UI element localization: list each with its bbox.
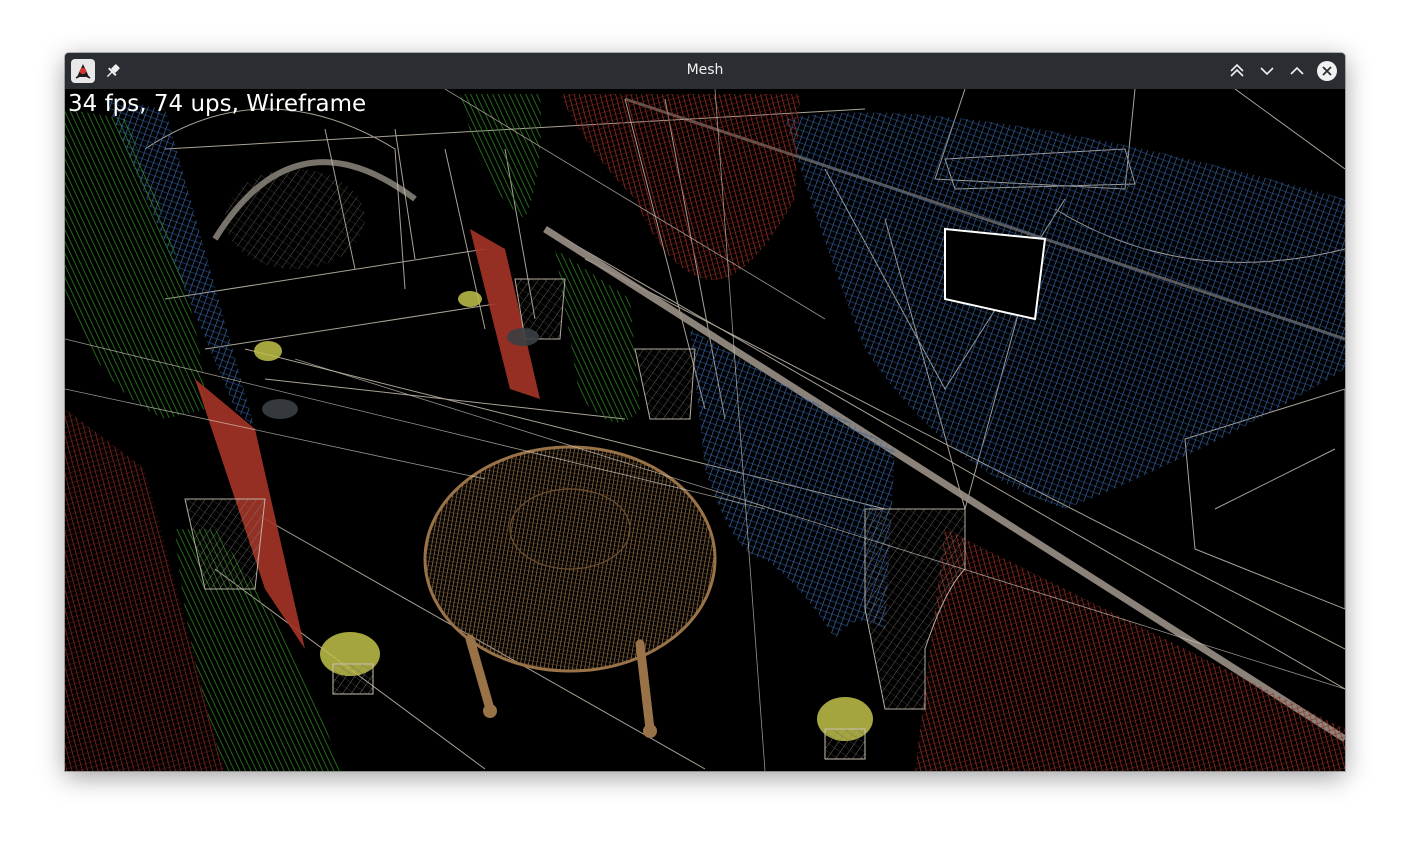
minimize-button[interactable] (1256, 60, 1278, 82)
title-bar[interactable]: Mesh (65, 53, 1345, 89)
red-curtain-top (560, 94, 800, 280)
chevron-down-icon (1260, 67, 1274, 76)
blue-curtain-mid (690, 329, 895, 639)
wireframe-scene (65, 89, 1345, 771)
green-curtain-top (460, 94, 541, 219)
maximize-button[interactable] (1286, 60, 1308, 82)
app-window: Mesh 34 fps, 74 ups, Wireframe (65, 53, 1345, 771)
close-button[interactable] (1316, 60, 1338, 82)
window-title: Mesh (686, 62, 724, 78)
render-viewport[interactable]: 34 fps, 74 ups, Wireframe (65, 89, 1345, 771)
arch-structure (212, 159, 417, 269)
double-chevron-up-icon (1230, 63, 1244, 77)
round-table (423, 445, 717, 738)
chevron-up-icon (1290, 66, 1304, 75)
fps-overlay: 34 fps, 74 ups, Wireframe (68, 91, 367, 117)
close-circle-icon (1317, 61, 1337, 81)
keep-above-button[interactable] (1226, 60, 1248, 82)
